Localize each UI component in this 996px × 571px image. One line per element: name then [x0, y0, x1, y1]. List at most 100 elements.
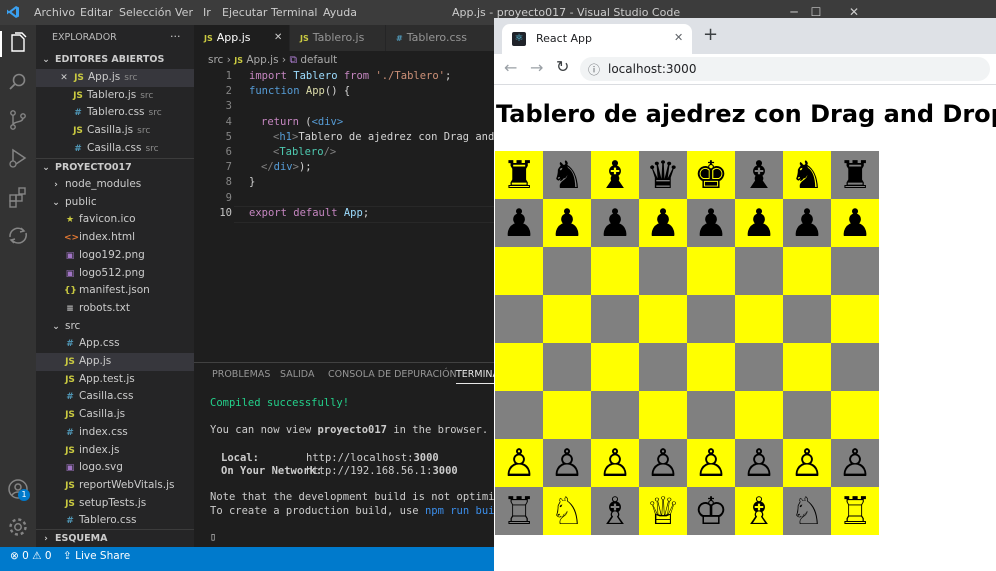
board-square[interactable]: ♙ — [639, 439, 687, 487]
board-square[interactable] — [543, 247, 591, 295]
tree-item[interactable]: # Casilla.css — [36, 388, 194, 406]
board-square[interactable] — [639, 295, 687, 343]
board-square[interactable]: ♜ — [495, 151, 543, 199]
board-square[interactable]: ♖ — [495, 487, 543, 535]
chess-piece[interactable]: ♟ — [687, 199, 735, 247]
tree-item[interactable]: ★ favicon.ico — [36, 211, 194, 229]
board-square[interactable]: ♟ — [831, 199, 879, 247]
board-square[interactable]: ♙ — [543, 439, 591, 487]
board-square[interactable] — [687, 391, 735, 439]
board-square[interactable] — [783, 343, 831, 391]
open-editor-item[interactable]: # Tablero.css src — [36, 104, 194, 122]
board-square[interactable]: ♟ — [687, 199, 735, 247]
tree-item[interactable]: › node_modules — [36, 176, 194, 194]
live-share-button[interactable]: ⇪ Live Share — [63, 547, 130, 565]
board-square[interactable]: ♘ — [543, 487, 591, 535]
menu-ayuda[interactable]: Ayuda — [323, 0, 357, 25]
board-square[interactable] — [639, 391, 687, 439]
chess-piece[interactable]: ♙ — [687, 439, 735, 487]
board-square[interactable]: ♛ — [639, 151, 687, 199]
menu-editar[interactable]: Editar — [80, 0, 113, 25]
tree-item[interactable]: JS Casilla.js — [36, 406, 194, 424]
tree-item[interactable]: JS App.test.js — [36, 371, 194, 389]
chess-piece[interactable]: ♙ — [831, 439, 879, 487]
board-square[interactable]: ♚ — [687, 151, 735, 199]
board-square[interactable]: ♜ — [831, 151, 879, 199]
menu-ejecutar[interactable]: Ejecutar — [222, 0, 267, 25]
board-square[interactable]: ♟ — [495, 199, 543, 247]
open-editors-header[interactable]: ⌄ EDITORES ABIERTOS — [36, 51, 194, 69]
board-square[interactable]: ♞ — [783, 151, 831, 199]
chess-piece[interactable]: ♟ — [591, 199, 639, 247]
open-editor-item[interactable]: # Casilla.css src — [36, 140, 194, 158]
board-square[interactable] — [735, 343, 783, 391]
address-bar[interactable]: ⓘ localhost:3000 — [580, 57, 990, 81]
chess-piece[interactable]: ♚ — [687, 151, 735, 199]
tree-item[interactable]: JS reportWebVitals.js — [36, 477, 194, 495]
menu-archivo[interactable]: Archivo — [34, 0, 75, 25]
board-square[interactable] — [687, 295, 735, 343]
status-problems[interactable]: ⊗ 0 ⚠ 0 — [10, 547, 52, 565]
panel-tab-problems[interactable]: PROBLEMAS — [212, 369, 270, 380]
chess-piece[interactable]: ♙ — [591, 439, 639, 487]
board-square[interactable] — [495, 247, 543, 295]
close-tab-icon[interactable]: ✕ — [674, 31, 683, 44]
browser-tab-react-app[interactable]: ⚛ React App ✕ — [502, 24, 692, 54]
menu-terminal[interactable]: Terminal — [271, 0, 318, 25]
board-square[interactable]: ♙ — [495, 439, 543, 487]
chess-piece[interactable]: ♖ — [831, 487, 879, 535]
chess-piece[interactable]: ♘ — [783, 487, 831, 535]
menu-ir[interactable]: Ir — [203, 0, 211, 25]
board-square[interactable]: ♙ — [831, 439, 879, 487]
tree-item[interactable]: {} manifest.json — [36, 282, 194, 300]
open-editor-item[interactable]: JS Casilla.js src — [36, 122, 194, 140]
source-control-icon[interactable] — [6, 108, 30, 132]
breadcrumb-folder[interactable]: src — [208, 54, 223, 66]
new-tab-button[interactable]: + — [703, 24, 718, 45]
chess-piece[interactable]: ♕ — [639, 487, 687, 535]
chess-piece[interactable]: ♜ — [495, 151, 543, 199]
board-square[interactable] — [831, 391, 879, 439]
chess-piece[interactable]: ♝ — [735, 151, 783, 199]
chess-piece[interactable]: ♙ — [495, 439, 543, 487]
board-square[interactable]: ♟ — [639, 199, 687, 247]
chess-piece[interactable]: ♙ — [783, 439, 831, 487]
chess-piece[interactable]: ♔ — [687, 487, 735, 535]
chess-piece[interactable]: ♙ — [543, 439, 591, 487]
board-square[interactable] — [783, 391, 831, 439]
board-square[interactable] — [639, 343, 687, 391]
tree-item[interactable]: ⌄ src — [36, 318, 194, 336]
board-square[interactable] — [783, 295, 831, 343]
info-icon[interactable]: ⓘ — [588, 61, 600, 78]
menu-seleccion[interactable]: Selección — [119, 0, 171, 25]
extensions-icon[interactable] — [6, 185, 30, 209]
board-square[interactable]: ♞ — [543, 151, 591, 199]
board-square[interactable]: ♙ — [783, 439, 831, 487]
board-square[interactable] — [735, 391, 783, 439]
breadcrumb-symbol[interactable]: default — [300, 54, 337, 66]
close-icon[interactable]: ✕ — [58, 70, 70, 88]
tree-item[interactable]: ▣ logo192.png — [36, 247, 194, 265]
menu-ver[interactable]: Ver — [175, 0, 193, 25]
board-square[interactable]: ♘ — [783, 487, 831, 535]
chess-piece[interactable]: ♖ — [495, 487, 543, 535]
chess-piece[interactable]: ♝ — [591, 151, 639, 199]
explorer-more-button[interactable]: ··· — [170, 30, 181, 43]
board-square[interactable] — [687, 343, 735, 391]
board-square[interactable] — [591, 391, 639, 439]
board-square[interactable] — [831, 343, 879, 391]
outline-header[interactable]: › ESQUEMA — [36, 529, 194, 547]
panel-tab-output[interactable]: SALIDA — [280, 369, 314, 380]
chess-piece[interactable]: ♟ — [783, 199, 831, 247]
board-square[interactable]: ♙ — [591, 439, 639, 487]
tree-item[interactable]: JS setupTests.js — [36, 495, 194, 513]
chess-piece[interactable]: ♟ — [543, 199, 591, 247]
run-debug-icon[interactable] — [6, 146, 30, 170]
board-square[interactable]: ♙ — [735, 439, 783, 487]
tab-app-js[interactable]: JS App.js ✕ — [194, 25, 289, 51]
board-square[interactable] — [495, 343, 543, 391]
board-square[interactable] — [687, 247, 735, 295]
tree-item[interactable]: ▣ logo.svg — [36, 459, 194, 477]
board-square[interactable] — [495, 295, 543, 343]
board-square[interactable]: ♝ — [591, 151, 639, 199]
